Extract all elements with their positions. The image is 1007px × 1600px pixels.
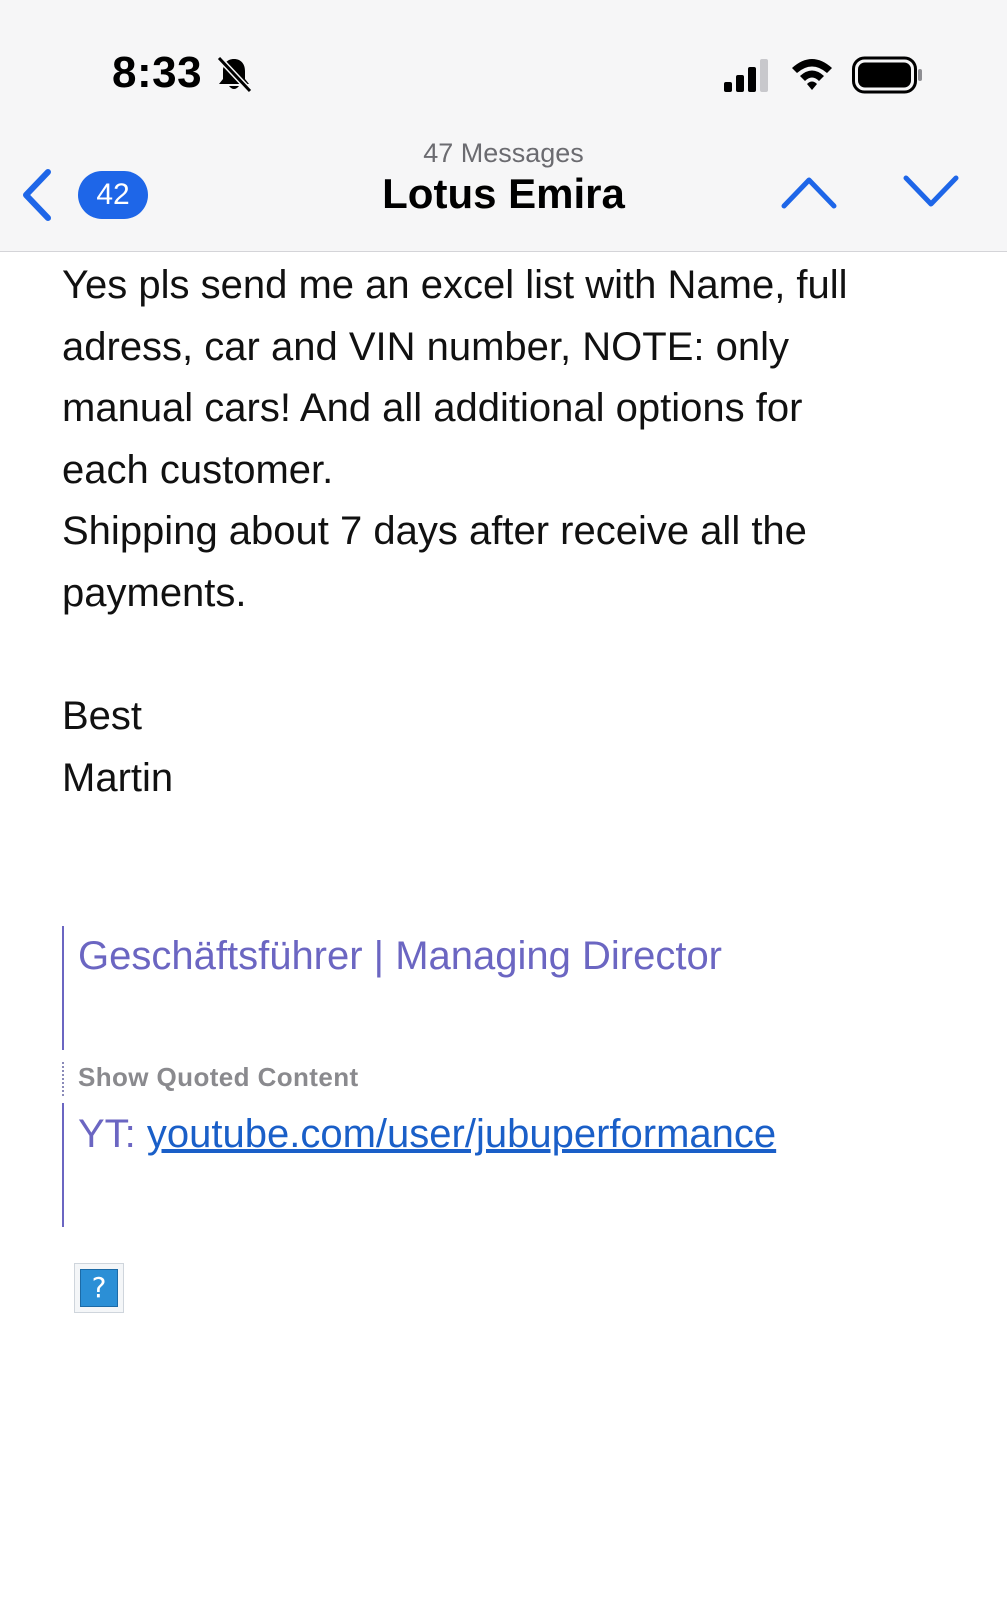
battery-icon bbox=[852, 56, 922, 94]
youtube-prefix: YT: bbox=[78, 1112, 147, 1156]
signature-role: Geschäftsführer | Managing Director bbox=[78, 934, 723, 978]
show-quoted-content-button[interactable]: Show Quoted Content bbox=[78, 1062, 359, 1093]
thread-title: Lotus Emira bbox=[382, 170, 625, 217]
sender-name: Martin bbox=[62, 755, 174, 800]
youtube-line: YT: youtube.com/user/jubuperformance bbox=[78, 1112, 776, 1157]
body-line: payments. bbox=[62, 570, 247, 615]
bell-slash-icon bbox=[216, 55, 253, 94]
mail-header: 8:33 42 47 Messages Lotus Emira bbox=[0, 0, 1007, 252]
status-time: 8:33 bbox=[112, 48, 203, 97]
wifi-icon bbox=[792, 59, 832, 90]
broken-image-icon[interactable]: ? bbox=[74, 1263, 124, 1313]
body-line: adress, car and VIN number, NOTE: only bbox=[62, 324, 789, 369]
image-placeholder-glyph: ? bbox=[80, 1269, 118, 1307]
chevron-down-icon[interactable] bbox=[902, 172, 960, 212]
quoted-content-marker bbox=[62, 1062, 64, 1096]
closing-line: Best bbox=[62, 694, 143, 739]
body-line: manual cars! And all additional options … bbox=[62, 386, 803, 431]
youtube-link[interactable]: youtube.com/user/jubuperformance bbox=[147, 1112, 776, 1156]
body-line: Yes pls send me an excel list with Name,… bbox=[62, 263, 848, 307]
chevron-up-icon[interactable] bbox=[780, 172, 838, 212]
body-line: Shipping about 7 days after receive all … bbox=[62, 509, 807, 554]
cellular-signal-icon bbox=[724, 59, 768, 92]
message-body: Yes pls send me an excel list with Name,… bbox=[62, 255, 962, 809]
body-line: each customer. bbox=[62, 447, 334, 492]
message-count: 47 Messages bbox=[423, 138, 584, 168]
